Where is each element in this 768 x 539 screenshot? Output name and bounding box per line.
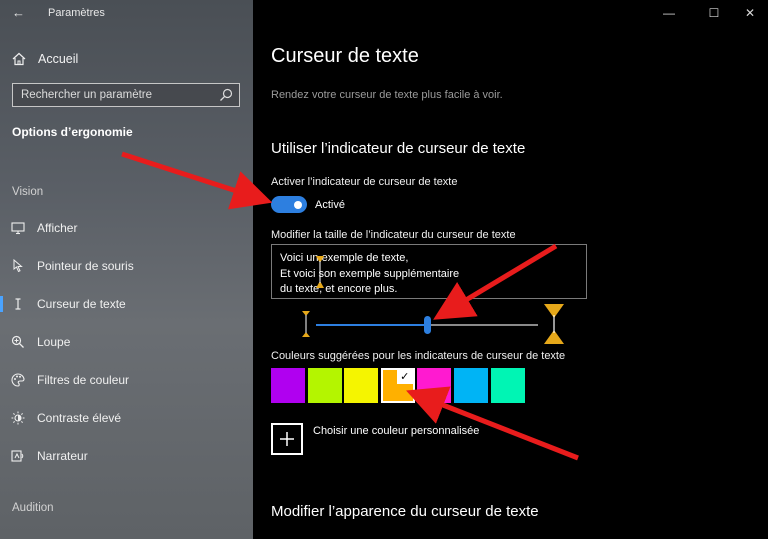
sidebar-section-title: Options d’ergonomie (12, 125, 133, 139)
toggle-label: Activer l’indicateur de curseur de texte (271, 176, 458, 188)
checkmark-icon: ✓ (396, 370, 413, 384)
sidebar-item-label: Afficher (37, 221, 78, 235)
slider-fill (316, 324, 427, 326)
narrator-icon (11, 449, 25, 463)
sidebar-item-label: Loupe (37, 335, 71, 349)
sidebar-item-label: Curseur de texte (37, 297, 126, 311)
toggle-knob (294, 200, 302, 209)
section-title-appearance: Modifier l’apparence du curseur de texte (271, 503, 539, 520)
plus-icon (280, 432, 294, 446)
page-description: Rendez votre curseur de texte plus facil… (271, 89, 503, 101)
sample-cursor-indicator-icon (316, 256, 324, 288)
indicator-toggle[interactable] (271, 196, 307, 213)
toggle-state-label: Activé (315, 199, 345, 211)
color-swatch[interactable] (453, 368, 488, 403)
sidebar-item-loupe[interactable]: Loupe (0, 327, 253, 357)
color-swatch[interactable] (271, 368, 305, 403)
text-cursor-icon (11, 297, 25, 311)
color-swatch[interactable] (344, 368, 379, 403)
group-label-audition: Audition (12, 502, 54, 514)
mouse-pointer-icon (11, 259, 25, 273)
search-icon[interactable] (219, 88, 233, 102)
minimize-button[interactable]: — (659, 6, 679, 20)
color-swatch[interactable] (490, 368, 525, 403)
large-cursor-icon (544, 304, 564, 344)
small-cursor-icon (302, 311, 310, 337)
sidebar-item-afficher[interactable]: Afficher (0, 213, 253, 243)
main-content: — ☐ ✕ Curseur de texte Rendez votre curs… (253, 0, 768, 539)
sidebar-item-label: Narrateur (37, 449, 88, 463)
sidebar-item-filtres-de-couleur[interactable]: Filtres de couleur (0, 365, 253, 395)
sidebar-item-contraste-eleve[interactable]: Contraste élevé (0, 403, 253, 433)
maximize-button[interactable]: ☐ (704, 6, 724, 20)
app-title: Paramètres (48, 7, 105, 19)
magnifier-icon (11, 335, 25, 349)
sidebar-item-label: Contraste élevé (37, 411, 122, 425)
home-label: Accueil (38, 52, 79, 66)
palette-icon (11, 373, 25, 387)
close-button[interactable]: ✕ (740, 6, 760, 20)
color-swatch[interactable] (417, 368, 452, 403)
contrast-icon (11, 411, 25, 425)
slider-thumb[interactable] (424, 316, 431, 334)
custom-color-label: Choisir une couleur personnalisée (313, 425, 480, 437)
search-box[interactable] (12, 83, 240, 107)
sidebar: ← Paramètres Accueil Options d’ergonomie… (0, 0, 253, 539)
color-swatch[interactable] (307, 368, 342, 403)
sidebar-item-label: Pointeur de souris (37, 259, 134, 273)
color-swatch[interactable]: ✓ (380, 368, 415, 403)
back-arrow-icon[interactable]: ← (12, 5, 25, 20)
search-input[interactable] (21, 89, 216, 101)
color-swatches: ✓ (271, 368, 527, 403)
sidebar-item-pointeur-de-souris[interactable]: Pointeur de souris (0, 251, 253, 281)
home-icon (12, 52, 26, 66)
add-custom-color-button[interactable] (271, 423, 303, 455)
section-title-indicator: Utiliser l’indicateur de curseur de text… (271, 140, 526, 157)
custom-color-option[interactable]: Choisir une couleur personnalisée (271, 423, 479, 455)
title-bar: ← Paramètres (0, 0, 253, 26)
sidebar-item-label: Filtres de couleur (37, 373, 130, 387)
size-slider[interactable] (316, 316, 538, 334)
sample-text-box: Voici un exemple de texte, Et voici son … (271, 244, 587, 299)
group-label-vision: Vision (12, 186, 44, 198)
active-indicator (0, 296, 3, 312)
sidebar-item-narrateur[interactable]: Narrateur (0, 441, 253, 471)
page-title: Curseur de texte (271, 45, 419, 67)
colors-label: Couleurs suggérées pour les indicateurs … (271, 350, 566, 362)
home-nav-item[interactable]: Accueil (12, 50, 78, 68)
sidebar-item-curseur-de-texte[interactable]: Curseur de texte (0, 289, 253, 319)
size-label: Modifier la taille de l’indicateur du cu… (271, 229, 516, 241)
monitor-icon (11, 221, 25, 235)
